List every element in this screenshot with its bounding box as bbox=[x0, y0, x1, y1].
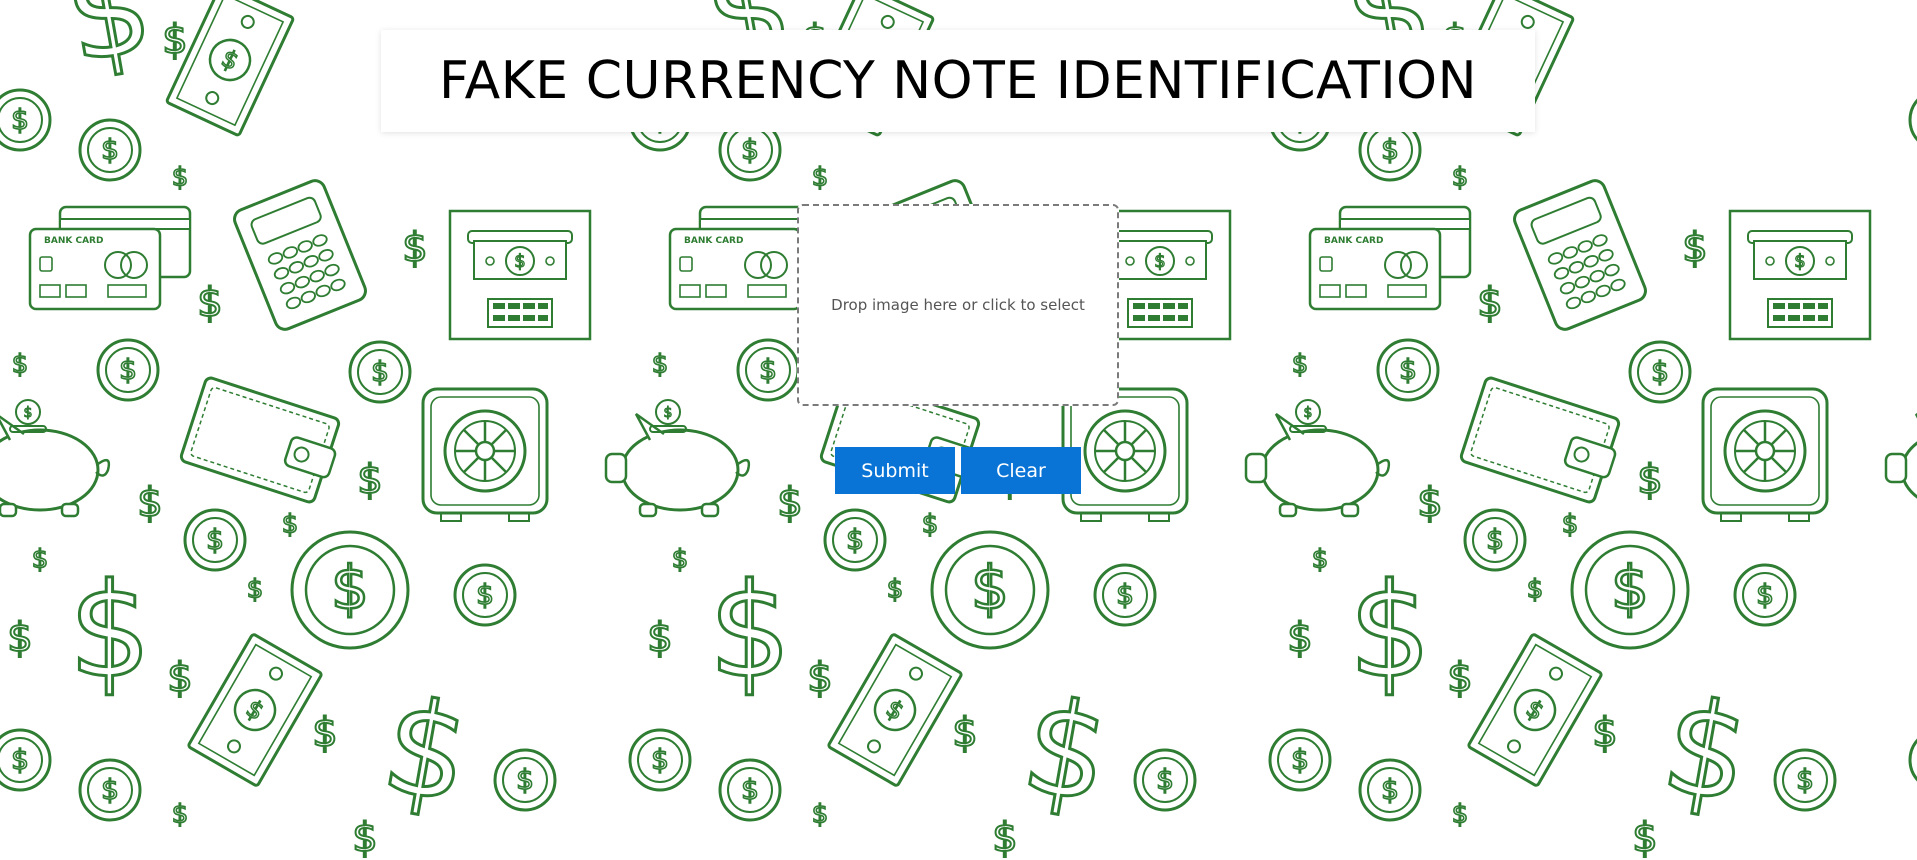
coin-icon bbox=[290, 530, 410, 650]
dollar-icon bbox=[10, 348, 30, 381]
coin-icon bbox=[628, 728, 692, 792]
coin-icon bbox=[78, 118, 142, 182]
safe-icon bbox=[1701, 387, 1829, 523]
dollar-icon bbox=[1445, 653, 1475, 703]
dollar-icon bbox=[30, 543, 50, 576]
dollar-icon bbox=[1450, 161, 1470, 194]
dollar-icon bbox=[1651, 667, 1763, 835]
coin-icon bbox=[493, 748, 557, 812]
dollar-icon bbox=[1560, 508, 1580, 541]
dollar-icon bbox=[1347, 553, 1433, 709]
dollar-icon bbox=[805, 653, 835, 703]
pig-icon bbox=[1244, 398, 1391, 518]
pig-icon bbox=[604, 398, 751, 518]
dollar-icon bbox=[650, 348, 670, 381]
dollar-icon bbox=[5, 613, 35, 663]
dollar-icon bbox=[371, 667, 483, 835]
dollar-icon bbox=[310, 708, 340, 758]
dollar-icon bbox=[1590, 708, 1620, 758]
coin-icon bbox=[1628, 340, 1692, 404]
coin-icon bbox=[1358, 758, 1422, 822]
dollar-icon bbox=[160, 15, 190, 65]
dollar-icon bbox=[1475, 278, 1505, 328]
coin-icon bbox=[1133, 748, 1197, 812]
coin-icon bbox=[823, 508, 887, 572]
atm-icon bbox=[1728, 209, 1872, 341]
dropzone-prompt: Drop image here or click to select bbox=[831, 296, 1085, 314]
pig-icon bbox=[0, 398, 111, 518]
coin-icon bbox=[1463, 508, 1527, 572]
coin-icon bbox=[736, 338, 800, 402]
dollar-icon bbox=[775, 478, 805, 528]
dollar-icon bbox=[670, 543, 690, 576]
image-dropzone[interactable]: Drop image here or click to select bbox=[797, 204, 1119, 406]
wallet-icon bbox=[1458, 375, 1628, 507]
coin-icon bbox=[78, 758, 142, 822]
coin-icon bbox=[1570, 530, 1690, 650]
dollar-icon bbox=[1290, 348, 1310, 381]
dollar-icon bbox=[1011, 667, 1123, 835]
submit-button[interactable]: Submit bbox=[835, 447, 955, 494]
dollar-icon bbox=[920, 508, 940, 541]
dollar-icon bbox=[170, 161, 190, 194]
coin-icon bbox=[1908, 728, 1917, 792]
dollar-icon bbox=[165, 653, 195, 703]
pig-icon bbox=[1884, 398, 1917, 518]
dollar-icon bbox=[810, 798, 830, 831]
calc-icon bbox=[1510, 176, 1650, 334]
bill-icon bbox=[186, 632, 324, 788]
dollar-icon bbox=[885, 573, 905, 606]
coin-icon bbox=[1773, 748, 1837, 812]
coin-icon bbox=[453, 563, 517, 627]
dollar-icon bbox=[195, 278, 225, 328]
dollar-icon bbox=[1310, 543, 1330, 576]
coin-icon bbox=[1093, 563, 1157, 627]
atm-icon bbox=[448, 209, 592, 341]
bill-icon bbox=[1466, 632, 1604, 788]
dollar-icon bbox=[990, 813, 1020, 860]
dollar-icon bbox=[1635, 455, 1665, 505]
coin-icon bbox=[1376, 338, 1440, 402]
coin-icon bbox=[0, 88, 52, 152]
card-icon bbox=[1308, 205, 1472, 311]
wallet-icon bbox=[178, 375, 348, 507]
coin-icon bbox=[718, 758, 782, 822]
title-banner: FAKE CURRENCY NOTE IDENTIFICATION bbox=[381, 30, 1535, 132]
dollar-icon bbox=[135, 478, 165, 528]
coin-icon bbox=[96, 338, 160, 402]
coin-icon bbox=[0, 728, 52, 792]
dollar-icon bbox=[280, 508, 300, 541]
dollar-icon bbox=[1285, 613, 1315, 663]
calc-icon bbox=[230, 176, 370, 334]
bill-icon bbox=[826, 632, 964, 788]
dollar-icon bbox=[400, 223, 430, 273]
dollar-icon bbox=[645, 613, 675, 663]
coin-icon bbox=[930, 530, 1050, 650]
dollar-icon bbox=[67, 553, 153, 709]
dollar-icon bbox=[810, 161, 830, 194]
dollar-icon bbox=[707, 553, 793, 709]
dollar-icon bbox=[170, 798, 190, 831]
dollar-icon bbox=[245, 573, 265, 606]
coin-icon bbox=[183, 508, 247, 572]
dollar-icon bbox=[1630, 813, 1660, 860]
safe-icon bbox=[1061, 387, 1189, 523]
coin-icon bbox=[1268, 728, 1332, 792]
dollar-icon bbox=[52, 0, 164, 95]
card-icon bbox=[28, 205, 192, 311]
coin-icon bbox=[1733, 563, 1797, 627]
dollar-icon bbox=[1415, 478, 1445, 528]
dollar-icon bbox=[950, 708, 980, 758]
clear-button[interactable]: Clear bbox=[961, 447, 1081, 494]
coin-icon bbox=[1908, 88, 1917, 152]
coin-icon bbox=[348, 340, 412, 404]
dollar-icon bbox=[355, 455, 385, 505]
dollar-icon bbox=[1680, 223, 1710, 273]
page-title: FAKE CURRENCY NOTE IDENTIFICATION bbox=[439, 51, 1477, 111]
dollar-icon bbox=[1450, 798, 1470, 831]
safe-icon bbox=[421, 387, 549, 523]
dollar-icon bbox=[350, 813, 380, 860]
dollar-icon bbox=[1525, 573, 1545, 606]
